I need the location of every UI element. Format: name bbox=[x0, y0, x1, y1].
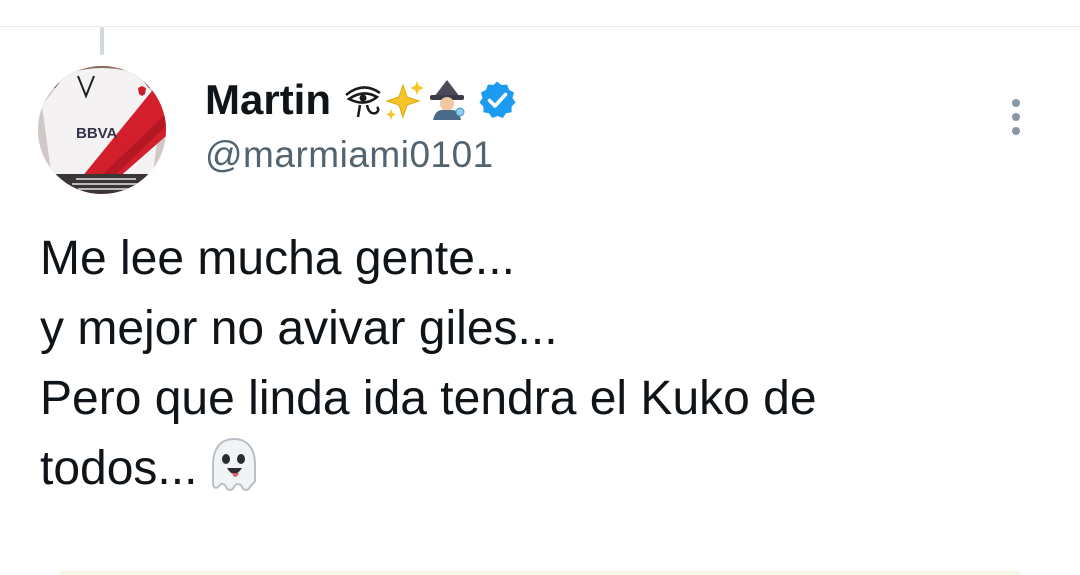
author-name-row: Martin bbox=[205, 72, 965, 128]
thread-connector-line bbox=[100, 27, 104, 55]
tweet-screen: BBVA Martin @marmiami0101 Me lee mucha g… bbox=[0, 0, 1080, 575]
more-options-button[interactable] bbox=[1000, 95, 1032, 139]
more-vertical-icon-dot bbox=[1012, 113, 1020, 121]
avatar[interactable]: BBVA bbox=[38, 66, 166, 194]
mage-icon bbox=[430, 80, 465, 120]
author-name-emojis bbox=[343, 79, 467, 121]
tweet-text-line: Pero que linda ida tendra el Kuko de bbox=[40, 372, 817, 425]
more-vertical-icon bbox=[1012, 99, 1020, 107]
tweet-text-line: y mejor no avivar giles... bbox=[40, 302, 558, 355]
tweet-text: Me lee mucha gente... y mejor no avivar … bbox=[40, 224, 1040, 504]
river-plate-jersey-avatar: BBVA bbox=[38, 66, 166, 194]
ghost-icon bbox=[212, 437, 257, 491]
author-handle[interactable]: @marmiami0101 bbox=[205, 130, 965, 180]
tweet-text-line: todos... bbox=[40, 442, 198, 495]
bottom-media-edge bbox=[60, 571, 1020, 575]
tweet-text-line: Me lee mucha gente... bbox=[40, 232, 515, 285]
tweet-header: Martin @marmiami0101 bbox=[205, 72, 965, 180]
verified-badge-icon[interactable] bbox=[477, 80, 517, 120]
eye-of-horus-icon bbox=[345, 86, 381, 118]
author-display-name[interactable]: Martin bbox=[205, 72, 331, 128]
top-divider bbox=[0, 26, 1080, 27]
sparkles-icon bbox=[385, 81, 424, 120]
avatar-jersey-text: BBVA bbox=[76, 125, 118, 142]
tweet-text-line-last: todos... bbox=[40, 434, 1040, 504]
more-vertical-icon-dot bbox=[1012, 127, 1020, 135]
